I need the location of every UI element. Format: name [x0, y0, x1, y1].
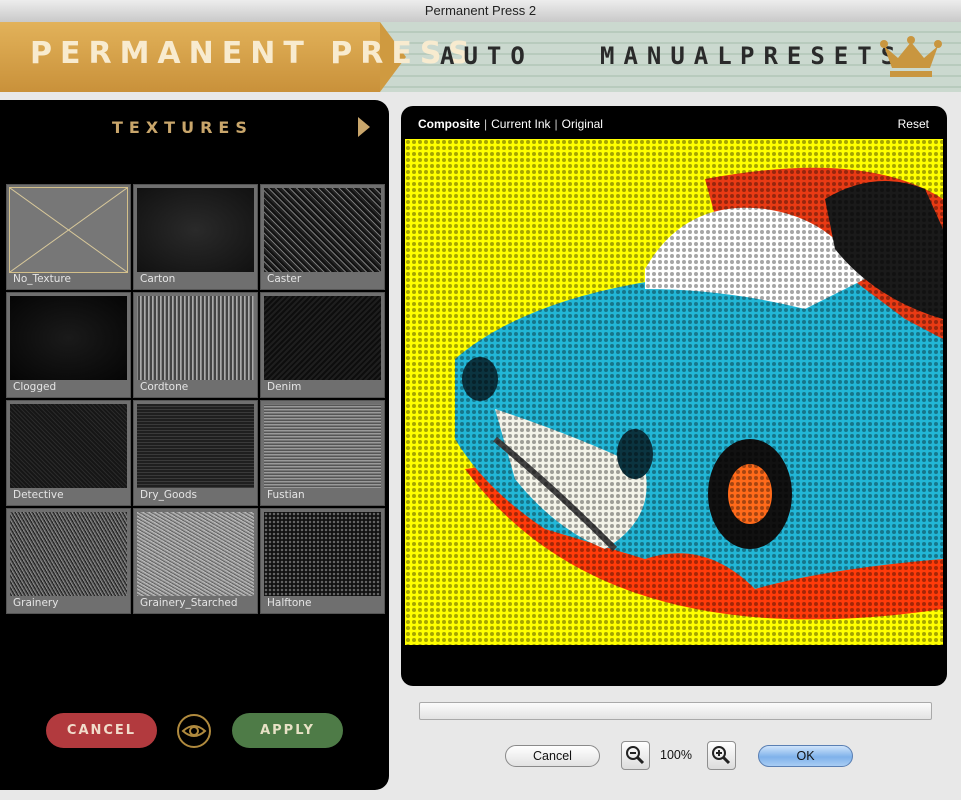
texture-thumbnail	[264, 512, 381, 596]
window-title: Permanent Press 2	[0, 0, 961, 23]
texture-tile-halftone[interactable]: Halftone	[260, 508, 385, 614]
progress-bar	[419, 702, 932, 720]
zoom-level: 100%	[660, 748, 692, 762]
texture-thumbnail	[10, 512, 127, 596]
texture-thumbnail	[10, 404, 127, 488]
texture-label: Denim	[267, 381, 302, 393]
brand-title: PERMANENT PRESS	[30, 36, 478, 71]
tab-current-ink[interactable]: Current Ink	[491, 117, 550, 131]
zoom-in-button[interactable]	[707, 741, 736, 770]
textures-title: TEXTURES	[112, 118, 253, 137]
texture-thumbnail	[137, 296, 254, 380]
texture-label: Dry_Goods	[140, 489, 197, 501]
texture-thumbnail	[137, 512, 254, 596]
texture-label: Cordtone	[140, 381, 189, 393]
cancel-button[interactable]: Cancel	[505, 745, 600, 767]
cancel-texture-button[interactable]: CANCEL	[46, 713, 157, 748]
apply-texture-button[interactable]: APPLY	[232, 713, 343, 748]
halftone-car-preview-image[interactable]	[405, 139, 943, 645]
reset-button[interactable]: Reset	[898, 117, 929, 131]
texture-tile-no-texture[interactable]: No_Texture	[6, 184, 131, 290]
texture-label: Caster	[267, 273, 302, 285]
texture-label: Detective	[13, 489, 64, 501]
texture-thumbnail	[137, 404, 254, 488]
texture-label: Halftone	[267, 597, 312, 609]
texture-tile-clogged[interactable]: Clogged	[6, 292, 131, 398]
zoom-out-icon	[626, 746, 645, 765]
texture-tile-detective[interactable]: Detective	[6, 400, 131, 506]
no-texture-thumbnail	[9, 187, 128, 273]
textures-next-arrow-icon[interactable]	[358, 117, 370, 137]
textures-panel: TEXTURES No_Texture Carton Caster Clogge…	[0, 100, 389, 790]
texture-thumbnail	[10, 296, 127, 380]
ok-button[interactable]: OK	[758, 745, 853, 767]
preview-panel: Composite | Current Ink | Original Reset	[401, 106, 947, 686]
texture-label: Grainery_Starched	[140, 597, 238, 609]
texture-thumbnail	[137, 188, 254, 272]
texture-tile-dry-goods[interactable]: Dry_Goods	[133, 400, 258, 506]
tab-composite[interactable]: Composite	[418, 117, 480, 131]
tab-original[interactable]: Original	[562, 117, 603, 131]
texture-thumbnail	[264, 404, 381, 488]
texture-label: Clogged	[13, 381, 57, 393]
texture-tile-caster[interactable]: Caster	[260, 184, 385, 290]
texture-label: Grainery	[13, 597, 59, 609]
texture-thumbnail	[264, 296, 381, 380]
crown-icon[interactable]	[880, 36, 942, 80]
texture-tile-fustian[interactable]: Fustian	[260, 400, 385, 506]
texture-label: Carton	[140, 273, 176, 285]
texture-thumbnail	[264, 188, 381, 272]
texture-tile-denim[interactable]: Denim	[260, 292, 385, 398]
texture-label: Fustian	[267, 489, 305, 501]
header-banner: PERMANENT PRESS AUTO MANUAL PRESETS	[0, 22, 961, 92]
preview-tabs: Composite | Current Ink | Original	[418, 117, 603, 131]
texture-tile-carton[interactable]: Carton	[133, 184, 258, 290]
texture-tile-grainery-starched[interactable]: Grainery_Starched	[133, 508, 258, 614]
nav-manual[interactable]: MANUAL	[600, 42, 741, 70]
nav-auto[interactable]: AUTO	[440, 42, 534, 70]
tab-separator: |	[484, 117, 488, 131]
eye-icon[interactable]	[177, 714, 211, 748]
zoom-out-button[interactable]	[621, 741, 650, 770]
texture-label: No_Texture	[13, 273, 71, 285]
zoom-in-icon	[712, 746, 731, 765]
tab-separator: |	[554, 117, 558, 131]
texture-tile-cordtone[interactable]: Cordtone	[133, 292, 258, 398]
texture-tile-grainery[interactable]: Grainery	[6, 508, 131, 614]
